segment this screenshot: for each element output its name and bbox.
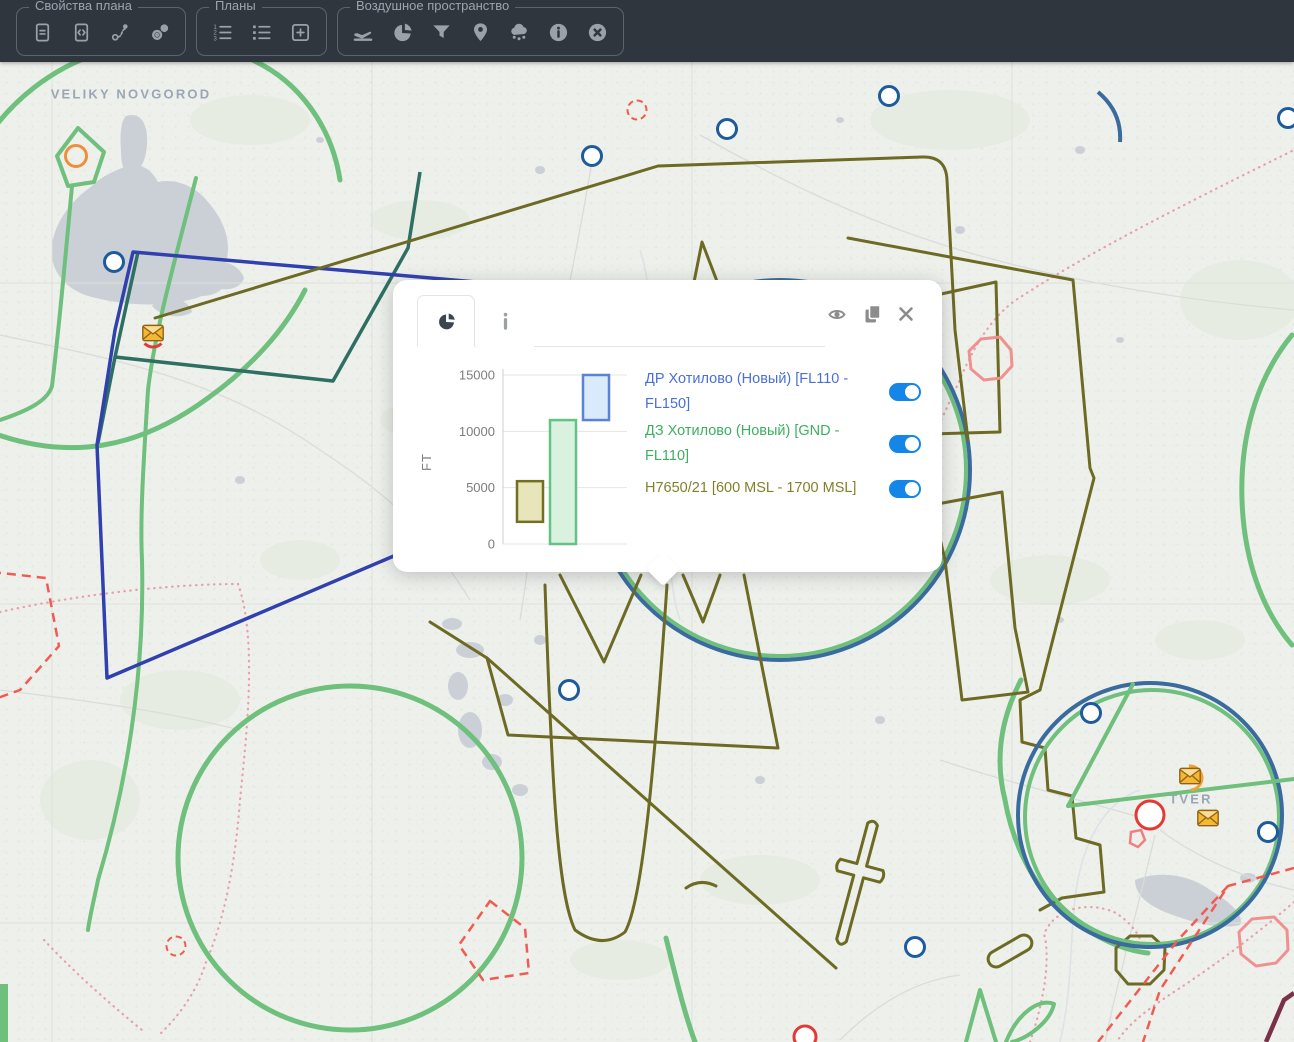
blue-ring-marker[interactable] (1257, 821, 1279, 843)
info-icon (501, 312, 510, 331)
blue-ring-marker[interactable] (904, 936, 926, 958)
tab-info[interactable] (476, 295, 534, 347)
copy-button[interactable] (863, 304, 883, 324)
close-icon (898, 306, 914, 322)
y-tick-label: 0 (488, 537, 495, 552)
legend-row: ДР Хотилово (Новый) [FL110 - FL150] (645, 366, 921, 418)
altitude-bar (583, 375, 609, 420)
file-code-icon (70, 21, 93, 44)
red-ring-marker[interactable] (793, 1025, 818, 1042)
visibility-toggle[interactable] (889, 435, 921, 453)
file-text-icon (31, 21, 54, 44)
filter-button[interactable] (422, 13, 461, 53)
blue-ring-marker[interactable] (103, 251, 125, 273)
orange-ring-marker[interactable] (64, 144, 88, 168)
group-plan-properties: Свойства плана (16, 7, 186, 56)
top-toolbar: Свойства плана Планы 123 Воздушное прост… (0, 0, 1294, 62)
location-button[interactable] (461, 13, 500, 53)
visibility-toggle[interactable] (889, 480, 921, 498)
bullet-list-button[interactable] (242, 13, 281, 53)
add-plan-icon (289, 21, 312, 44)
y-axis-label: FT (419, 453, 434, 471)
group-plans: Планы 123 (196, 7, 327, 56)
legend-label: ДЗ Хотилово (Новый) [GND - FL110] (645, 419, 867, 470)
clear-airspace-button[interactable] (578, 13, 617, 53)
add-plan-button[interactable] (281, 13, 320, 53)
close-popup-button[interactable] (898, 306, 914, 322)
file-code-button[interactable] (62, 13, 101, 53)
blue-ring-marker[interactable] (878, 85, 900, 107)
altitude-bar (550, 420, 576, 544)
blue-ring-marker[interactable] (1277, 107, 1294, 129)
blue-ring-marker[interactable] (716, 118, 738, 140)
visibility-toggle[interactable] (889, 383, 921, 401)
city-label: TVER (1169, 792, 1212, 807)
copy-icon (863, 304, 883, 324)
show-on-map-icon (826, 306, 848, 323)
bullet-list-icon (250, 21, 273, 44)
group-plan-properties-label: Свойства плана (29, 0, 138, 13)
popup-actions (826, 304, 914, 324)
tab-altitude-chart[interactable] (417, 295, 475, 347)
envelope-marker[interactable] (1179, 768, 1201, 785)
blue-ring-marker[interactable] (1080, 702, 1102, 724)
city-label: VELIKY NOVGOROD (51, 87, 212, 102)
y-tick-label: 5000 (466, 480, 495, 495)
show-on-map-button[interactable] (826, 306, 848, 323)
weather-button[interactable] (500, 13, 539, 53)
group-airspace: Воздушное пространство (337, 7, 624, 56)
route-button[interactable] (101, 13, 140, 53)
pie-chart-icon (436, 311, 457, 332)
legend-row: Н7650/21 [600 MSL - 1700 MSL] (645, 470, 921, 508)
group-airspace-label: Воздушное пространство (350, 0, 515, 13)
file-text-button[interactable] (23, 13, 62, 53)
settings-button[interactable] (140, 13, 179, 53)
pie-chart-icon (391, 21, 414, 44)
location-pin-icon (469, 21, 492, 44)
svg-text:3: 3 (213, 35, 217, 42)
y-tick-label: 10000 (459, 424, 495, 439)
clear-icon (586, 21, 609, 44)
group-plans-label: Планы (209, 0, 262, 13)
plane-landing-button[interactable] (344, 13, 383, 53)
legend-label: Н7650/21 [600 MSL - 1700 MSL] (645, 476, 867, 502)
plane-landing-icon (352, 21, 375, 44)
numbered-list-button[interactable]: 123 (203, 13, 242, 53)
route-icon (109, 21, 132, 44)
airspace-chart-button[interactable] (383, 13, 422, 53)
cloud-weather-icon (508, 21, 531, 44)
airspace-legend: ДР Хотилово (Новый) [FL110 - FL150]ДЗ Хо… (645, 366, 921, 508)
blue-ring-marker[interactable] (581, 145, 603, 167)
red-dashed-ring-marker[interactable] (166, 936, 187, 957)
envelope-marker[interactable] (1197, 810, 1219, 827)
red-ring-marker[interactable] (1135, 800, 1166, 831)
legend-label: ДР Хотилово (Новый) [FL110 - FL150] (645, 367, 867, 418)
gears-icon (148, 21, 171, 44)
numbered-list-icon: 123 (211, 21, 234, 44)
filter-icon (430, 21, 453, 44)
red-dashed-ring-marker[interactable] (627, 100, 648, 121)
legend-row: ДЗ Хотилово (Новый) [GND - FL110] (645, 418, 921, 470)
y-tick-label: 15000 (459, 368, 495, 383)
app-window: VELIKY NOVGOROD TVER Свойства плана Планы… (0, 0, 1294, 1042)
info-icon (547, 21, 570, 44)
airspace-info-popup: 0 5000 10000 15000 FT ДР Хотилово (Новый) [F… (393, 280, 942, 572)
altitude-bar (517, 481, 543, 522)
envelope-marker[interactable] (142, 325, 164, 342)
airspace-info-button[interactable] (539, 13, 578, 53)
blue-ring-marker[interactable] (558, 679, 580, 701)
